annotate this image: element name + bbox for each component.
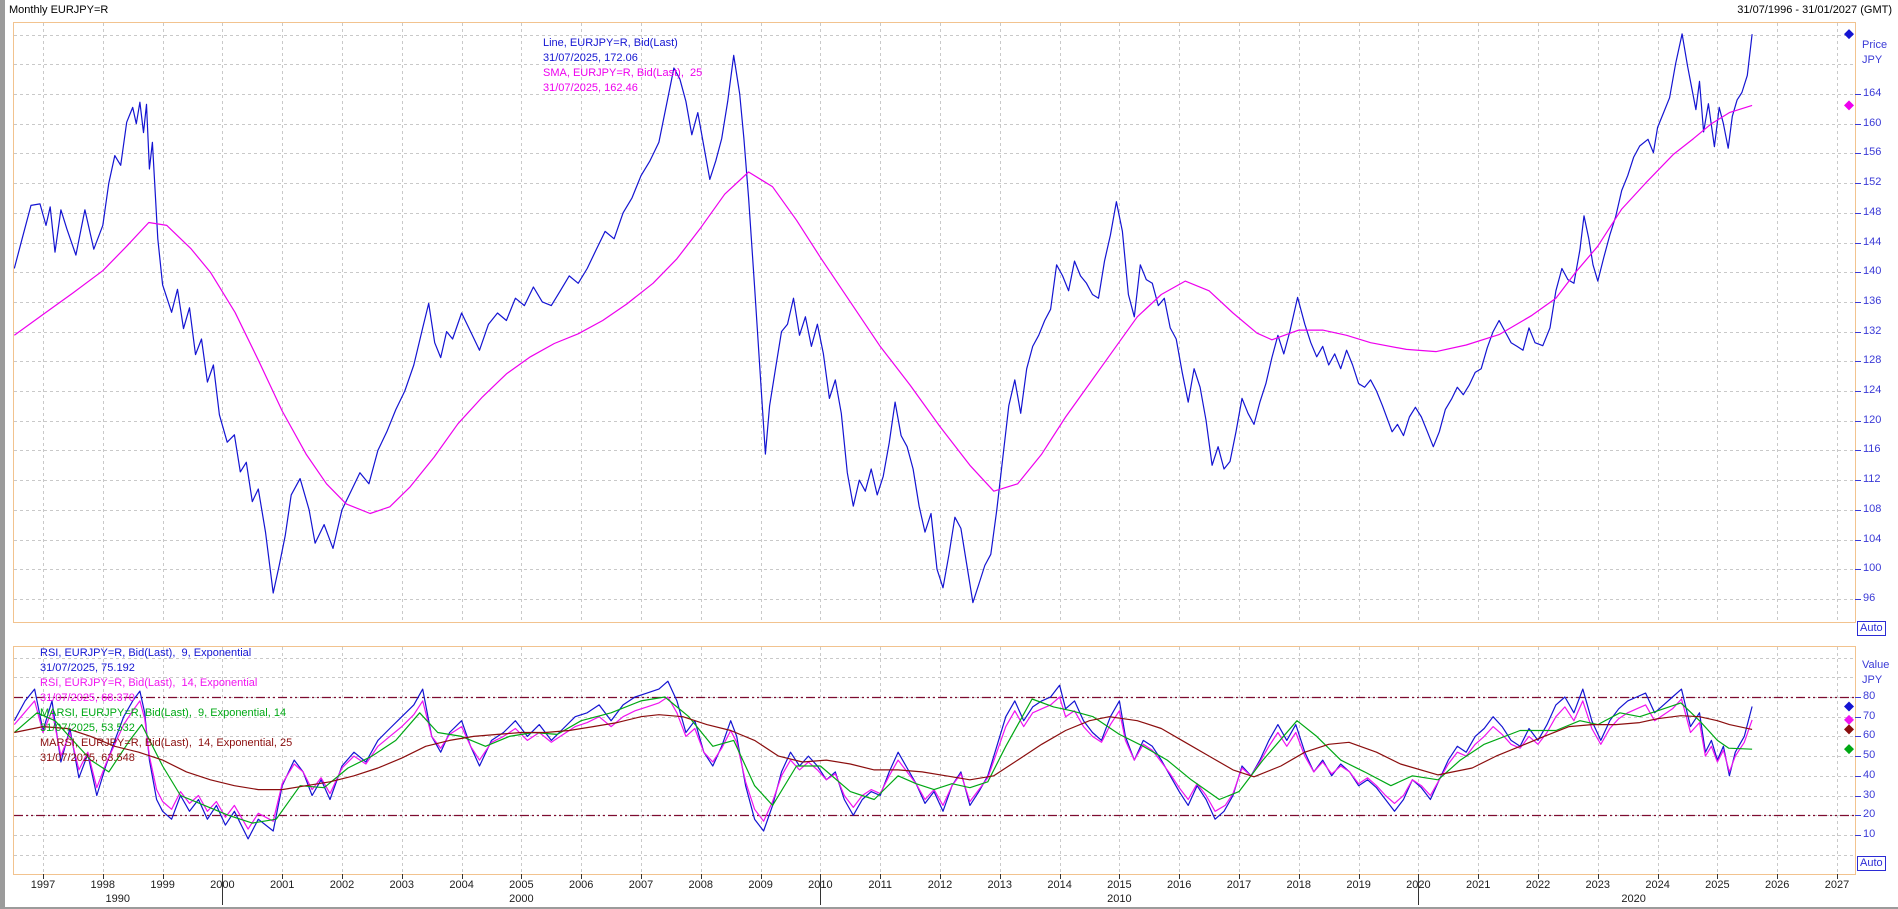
price-tick-label: 128: [1863, 354, 1881, 366]
year-label: 2023: [1586, 879, 1610, 891]
axis-tick-marks: [1855, 95, 1861, 836]
price-tick-label: 116: [1863, 443, 1881, 455]
price-tick-label: 108: [1863, 503, 1881, 515]
year-label: 2007: [629, 879, 653, 891]
value-tick-label: 70: [1863, 710, 1875, 722]
legend-line: 31/07/2025, 75.192: [40, 661, 292, 676]
year-label: 2012: [928, 879, 952, 891]
rsi-legend[interactable]: RSI, EURJPY=R, Bid(Last), 9, Exponential…: [40, 646, 292, 766]
year-label: 2002: [330, 879, 354, 891]
year-label: 2020: [1406, 879, 1430, 891]
year-label: 1997: [31, 879, 55, 891]
legend-line: RSI, EURJPY=R, Bid(Last), 9, Exponential: [40, 646, 292, 661]
year-label: 2010: [808, 879, 832, 891]
year-label: 2024: [1645, 879, 1669, 891]
date-range: 31/07/1996 - 31/01/2027 (GMT): [1737, 4, 1892, 16]
year-label: 2015: [1107, 879, 1131, 891]
year-label: 1998: [91, 879, 115, 891]
year-label: 2013: [988, 879, 1012, 891]
year-label: 2009: [748, 879, 772, 891]
price-tick-label: 124: [1863, 384, 1881, 396]
axis-title-line: JPY: [1862, 53, 1887, 68]
value-axis-auto-button[interactable]: Auto: [1857, 856, 1886, 871]
price-tick-label: 140: [1863, 265, 1881, 277]
year-label: 2008: [689, 879, 713, 891]
value-axis-title: ValueJPY: [1862, 658, 1889, 688]
last-value-marker-icon: [1844, 29, 1854, 39]
year-label: 2004: [449, 879, 473, 891]
year-label: 2026: [1765, 879, 1789, 891]
price-tick-label: 136: [1863, 295, 1881, 307]
year-label: 2005: [509, 879, 533, 891]
legend-line: 31/07/2025, 53.532: [40, 721, 292, 736]
value-tick-label: 50: [1863, 749, 1875, 761]
series-sma-eurjpy-r-bid-last-25: [14, 105, 1752, 513]
value-tick-label: 20: [1863, 808, 1875, 820]
decade-label: 2020: [1621, 893, 1645, 905]
year-label: 2017: [1227, 879, 1251, 891]
legend-line: 31/07/2025, 68.370: [40, 691, 292, 706]
value-tick-label: 10: [1863, 828, 1875, 840]
year-label: 2001: [270, 879, 294, 891]
price-tick-label: 132: [1863, 325, 1881, 337]
price-legend[interactable]: Line, EURJPY=R, Bid(Last)31/07/2025, 172…: [543, 36, 702, 96]
value-tick-label: 30: [1863, 789, 1875, 801]
price-tick-label: 112: [1863, 473, 1881, 485]
legend-line: Line, EURJPY=R, Bid(Last): [543, 36, 702, 51]
price-tick-label: 100: [1863, 562, 1881, 574]
year-label: 2025: [1705, 879, 1729, 891]
last-value-marker-icon: [1844, 744, 1854, 754]
year-label: 2003: [390, 879, 414, 891]
last-value-marker-icon: [1844, 100, 1854, 110]
last-value-marker-icon: [1844, 715, 1854, 725]
year-label: 2011: [868, 879, 892, 891]
decade-label: 2000: [509, 893, 533, 905]
year-label: 2019: [1346, 879, 1370, 891]
price-tick-label: 160: [1863, 117, 1881, 129]
price-tick-label: 148: [1863, 206, 1881, 218]
legend-line: SMA, EURJPY=R, Bid(Last), 25: [543, 66, 702, 81]
value-tick-label: 60: [1863, 729, 1875, 741]
price-tick-label: 164: [1863, 87, 1881, 99]
year-label: 2018: [1287, 879, 1311, 891]
price-axis-title: PriceJPY: [1862, 38, 1887, 68]
decade-label: 1990: [106, 893, 130, 905]
legend-line: MARSI, EURJPY=R, Bid(Last), 9, Exponenti…: [40, 706, 292, 721]
last-value-marker-icon: [1844, 724, 1854, 734]
legend-line: 31/07/2025, 172.06: [543, 51, 702, 66]
year-label: 2021: [1466, 879, 1490, 891]
legend-line: 31/07/2025, 63.548: [40, 751, 292, 766]
last-value-marker-icon: [1844, 701, 1854, 711]
year-label: 1999: [150, 879, 174, 891]
legend-line: 31/07/2025, 162.46: [543, 81, 702, 96]
price-axis-auto-button[interactable]: Auto: [1857, 621, 1886, 636]
decade-label: 2010: [1107, 893, 1131, 905]
value-tick-label: 80: [1863, 690, 1875, 702]
price-tick-label: 156: [1863, 146, 1881, 158]
year-label: 2016: [1167, 879, 1191, 891]
value-tick-label: 40: [1863, 769, 1875, 781]
year-label: 2006: [569, 879, 593, 891]
series-line-eurjpy-r-bid-last-: [14, 34, 1752, 603]
year-label: 2022: [1526, 879, 1550, 891]
price-tick-label: 144: [1863, 236, 1881, 248]
price-tick-label: 104: [1863, 533, 1881, 545]
legend-line: RSI, EURJPY=R, Bid(Last), 14, Exponentia…: [40, 676, 292, 691]
chart-canvas: [0, 0, 1898, 909]
price-tick-label: 120: [1863, 414, 1881, 426]
legend-line: MARSI, EURJPY=R, Bid(Last), 14, Exponent…: [40, 736, 292, 751]
axis-title-line: JPY: [1862, 673, 1889, 688]
axis-title-line: Value: [1862, 658, 1889, 673]
price-tick-label: 152: [1863, 176, 1881, 188]
year-label: 2014: [1047, 879, 1071, 891]
year-label: 2000: [210, 879, 234, 891]
year-label: 2027: [1825, 879, 1849, 891]
axis-title-line: Price: [1862, 38, 1887, 53]
chart-title: Monthly EURJPY=R: [9, 4, 108, 16]
price-tick-label: 96: [1863, 592, 1875, 604]
